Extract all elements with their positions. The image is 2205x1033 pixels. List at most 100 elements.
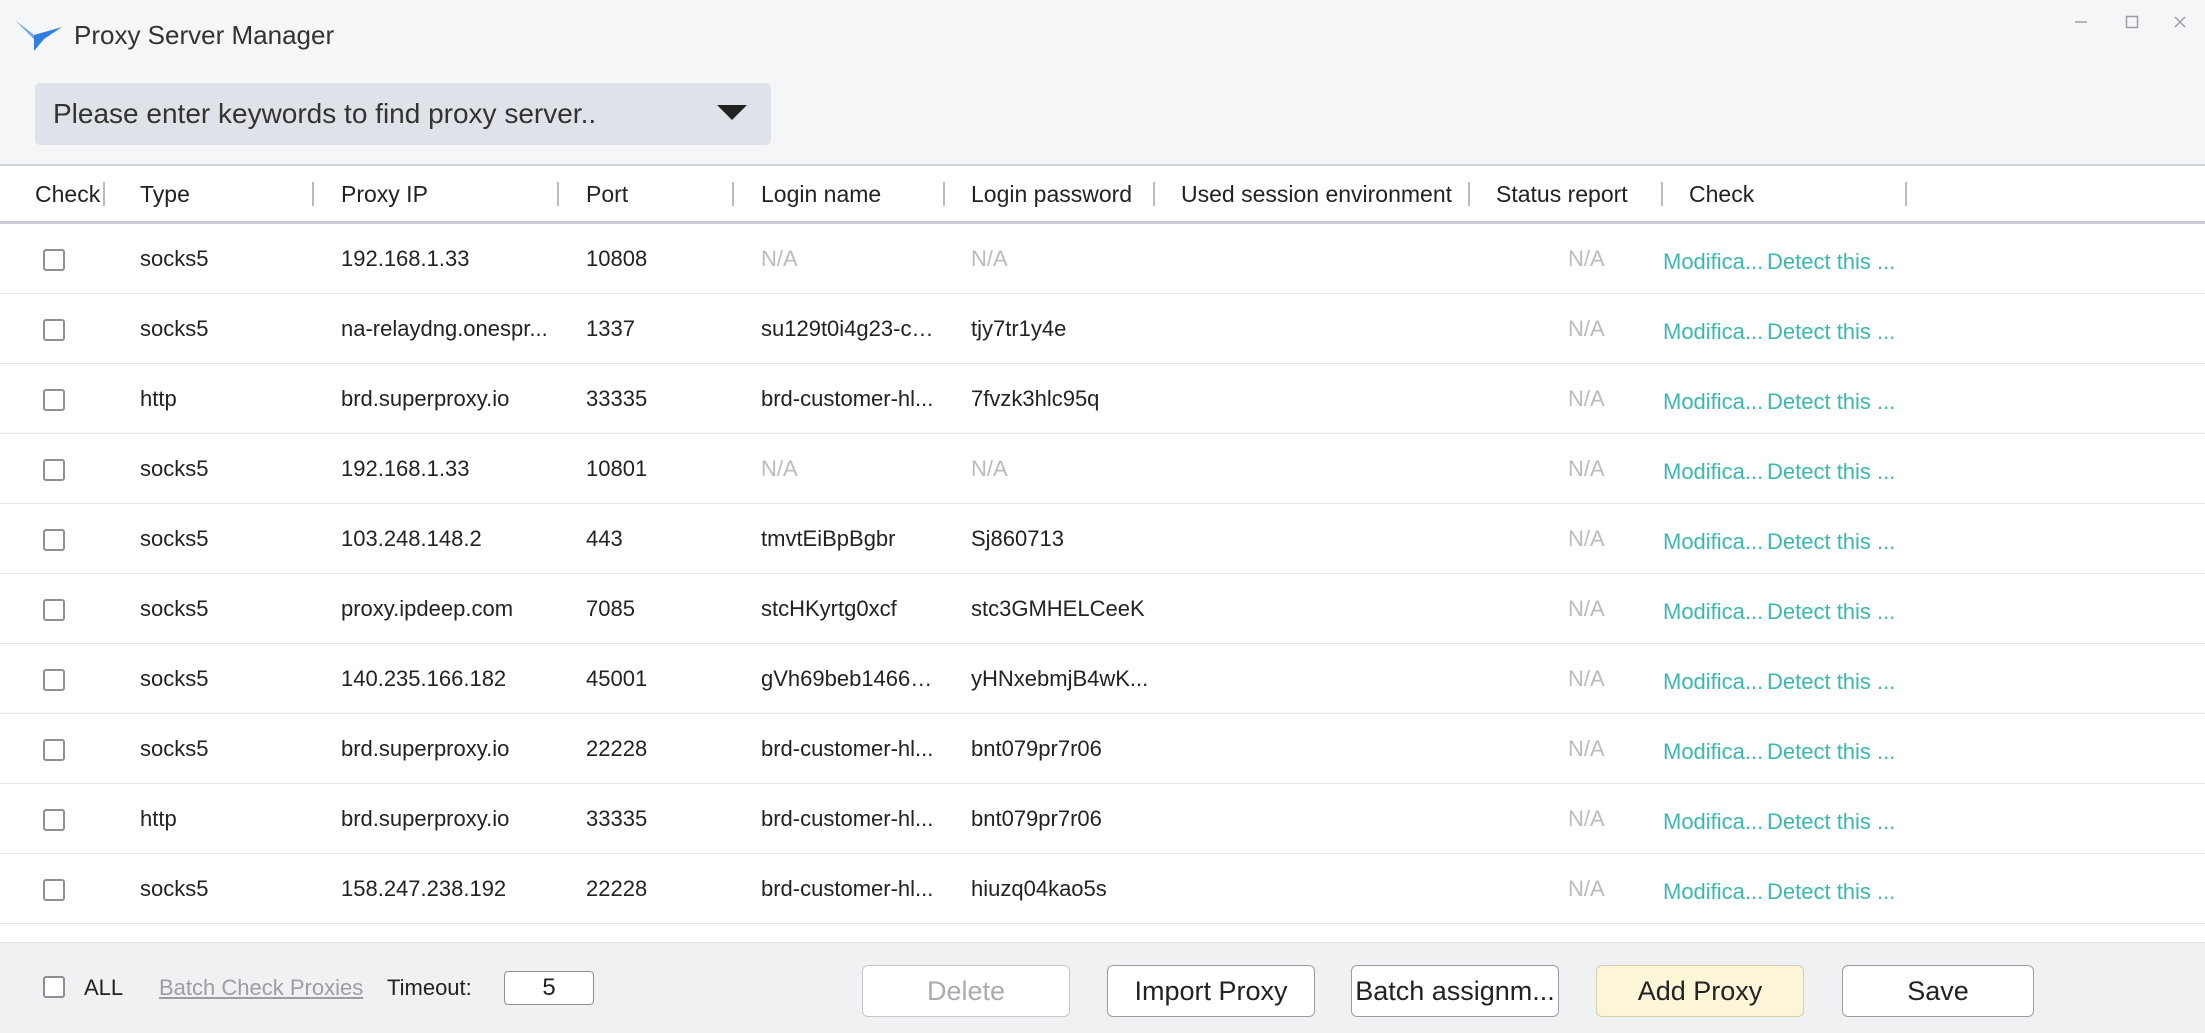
table-row[interactable]: socks5 na-relaydng.onespr... 1337 su129t…: [0, 294, 2205, 364]
footer-toolbar: ALL Batch Check Proxies Timeout: Delete …: [0, 942, 2205, 1033]
save-button[interactable]: Save: [1842, 965, 2034, 1017]
column-divider[interactable]: [1661, 182, 1663, 206]
modify-link[interactable]: Modifica...: [1663, 507, 1767, 577]
row-checkbox[interactable]: [43, 739, 65, 761]
cell-used-session: [1181, 294, 1461, 364]
detect-link[interactable]: Detect this ...: [1767, 507, 1907, 577]
cell-port: 33335: [586, 806, 648, 831]
detect-link[interactable]: Detect this ...: [1767, 227, 1907, 297]
select-all-checkbox[interactable]: [43, 976, 65, 998]
modify-link[interactable]: Modifica...: [1663, 437, 1767, 507]
cell-login-name: brd-customer-hl...: [761, 876, 934, 901]
column-divider[interactable]: [103, 182, 105, 206]
detect-link[interactable]: Detect this ...: [1767, 367, 1907, 437]
modify-link[interactable]: Modifica...: [1663, 297, 1767, 367]
table-row[interactable]: socks5 proxy.ipdeep.com 7085 stcHKyrtg0x…: [0, 574, 2205, 644]
add-proxy-button[interactable]: Add Proxy: [1596, 965, 1804, 1017]
cell-proxy-ip: 158.247.238.192: [341, 876, 507, 901]
column-header-used-session[interactable]: Used session environment: [1181, 166, 1452, 222]
bird-logo-icon: [16, 21, 62, 51]
select-all-label[interactable]: ALL: [84, 975, 123, 1001]
cell-type: http: [140, 806, 177, 831]
cell-login-password: stc3GMHELCeeK: [971, 596, 1145, 621]
cell-status-report: N/A: [1568, 596, 1605, 621]
cell-proxy-ip: brd.superproxy.io: [341, 386, 510, 411]
close-button[interactable]: [2158, 6, 2202, 38]
cell-proxy-ip: 103.248.148.2: [341, 526, 482, 551]
detect-link[interactable]: Detect this ...: [1767, 787, 1907, 857]
row-checkbox[interactable]: [43, 459, 65, 481]
cell-status-report: N/A: [1568, 526, 1605, 551]
modify-link[interactable]: Modifica...: [1663, 787, 1767, 857]
row-checkbox[interactable]: [43, 669, 65, 691]
modify-link[interactable]: Modifica...: [1663, 227, 1767, 297]
column-divider[interactable]: [943, 182, 945, 206]
delete-button[interactable]: Delete: [862, 965, 1070, 1017]
modify-link[interactable]: Modifica...: [1663, 717, 1767, 787]
modify-link[interactable]: Modifica...: [1663, 857, 1767, 927]
column-header-check[interactable]: Check: [35, 166, 100, 222]
column-divider[interactable]: [1905, 182, 1907, 206]
timeout-label: Timeout:: [387, 975, 472, 1000]
cell-port: 22228: [586, 876, 648, 901]
row-checkbox[interactable]: [43, 529, 65, 551]
column-header-status-report[interactable]: Status report: [1496, 166, 1628, 222]
cell-login-password: N/A: [971, 246, 1008, 271]
detect-link[interactable]: Detect this ...: [1767, 297, 1907, 367]
proxy-search-combobox[interactable]: [35, 83, 771, 145]
cell-proxy-ip: brd.superproxy.io: [341, 806, 510, 831]
detect-link[interactable]: Detect this ...: [1767, 437, 1907, 507]
detect-link[interactable]: Detect this ...: [1767, 857, 1907, 927]
minimize-button[interactable]: [2059, 6, 2103, 38]
column-header-login-password[interactable]: Login password: [971, 166, 1132, 222]
cell-login-password: N/A: [971, 456, 1008, 481]
row-checkbox[interactable]: [43, 389, 65, 411]
cell-used-session: [1181, 504, 1461, 574]
table-row[interactable]: socks5 158.247.238.192 22228 brd-custome…: [0, 854, 2205, 924]
table-row[interactable]: http brd.superproxy.io 33335 brd-custome…: [0, 364, 2205, 434]
batch-check-proxies-link[interactable]: Batch Check Proxies: [159, 975, 363, 1001]
import-proxy-button[interactable]: Import Proxy: [1107, 965, 1315, 1017]
column-divider[interactable]: [557, 182, 559, 206]
row-checkbox[interactable]: [43, 879, 65, 901]
cell-login-name: brd-customer-hl...: [761, 386, 934, 411]
batch-assign-button[interactable]: Batch assignm...: [1351, 965, 1559, 1017]
column-divider[interactable]: [1468, 182, 1470, 206]
table-row[interactable]: socks5 140.235.166.182 45001 gVh69beb146…: [0, 644, 2205, 714]
row-checkbox[interactable]: [43, 249, 65, 271]
modify-link[interactable]: Modifica...: [1663, 647, 1767, 717]
cell-login-name: tmvtEiBpBgbr: [761, 526, 896, 551]
row-checkbox[interactable]: [43, 319, 65, 341]
table-row[interactable]: http brd.superproxy.io 33335 brd-custome…: [0, 784, 2205, 854]
column-divider[interactable]: [312, 182, 314, 206]
caret-down-icon[interactable]: [717, 105, 747, 120]
modify-link[interactable]: Modifica...: [1663, 577, 1767, 647]
cell-type: socks5: [140, 596, 209, 621]
close-icon: [2174, 16, 2186, 28]
detect-link[interactable]: Detect this ...: [1767, 647, 1907, 717]
table-row[interactable]: socks5 103.248.148.2 443 tmvtEiBpBgbr Sj…: [0, 504, 2205, 574]
modify-link[interactable]: Modifica...: [1663, 367, 1767, 437]
table-row[interactable]: socks5 brd.superproxy.io 22228 brd-custo…: [0, 714, 2205, 784]
detect-link[interactable]: Detect this ...: [1767, 717, 1907, 787]
column-header-login-name[interactable]: Login name: [761, 166, 881, 222]
timeout-input[interactable]: [504, 971, 594, 1005]
column-header-port[interactable]: Port: [586, 166, 628, 222]
cell-used-session: [1181, 854, 1461, 924]
cell-login-name: su129t0i4g23-co...: [761, 316, 941, 341]
search-input[interactable]: [53, 97, 693, 131]
table-row[interactable]: socks5 192.168.1.33 10808 N/A N/A N/A Mo…: [0, 224, 2205, 294]
table-row[interactable]: socks5 192.168.1.33 10801 N/A N/A N/A Mo…: [0, 434, 2205, 504]
row-checkbox[interactable]: [43, 599, 65, 621]
detect-link[interactable]: Detect this ...: [1767, 577, 1907, 647]
column-header-type[interactable]: Type: [140, 166, 190, 222]
cell-used-session: [1181, 784, 1461, 854]
column-header-actions[interactable]: Check: [1689, 166, 1754, 222]
cell-login-password: bnt079pr7r06: [971, 736, 1102, 761]
maximize-button[interactable]: [2110, 6, 2154, 38]
row-checkbox[interactable]: [43, 809, 65, 831]
column-divider[interactable]: [1153, 182, 1155, 206]
column-header-proxy-ip[interactable]: Proxy IP: [341, 166, 428, 222]
column-divider[interactable]: [732, 182, 734, 206]
cell-port: 33335: [586, 386, 648, 411]
